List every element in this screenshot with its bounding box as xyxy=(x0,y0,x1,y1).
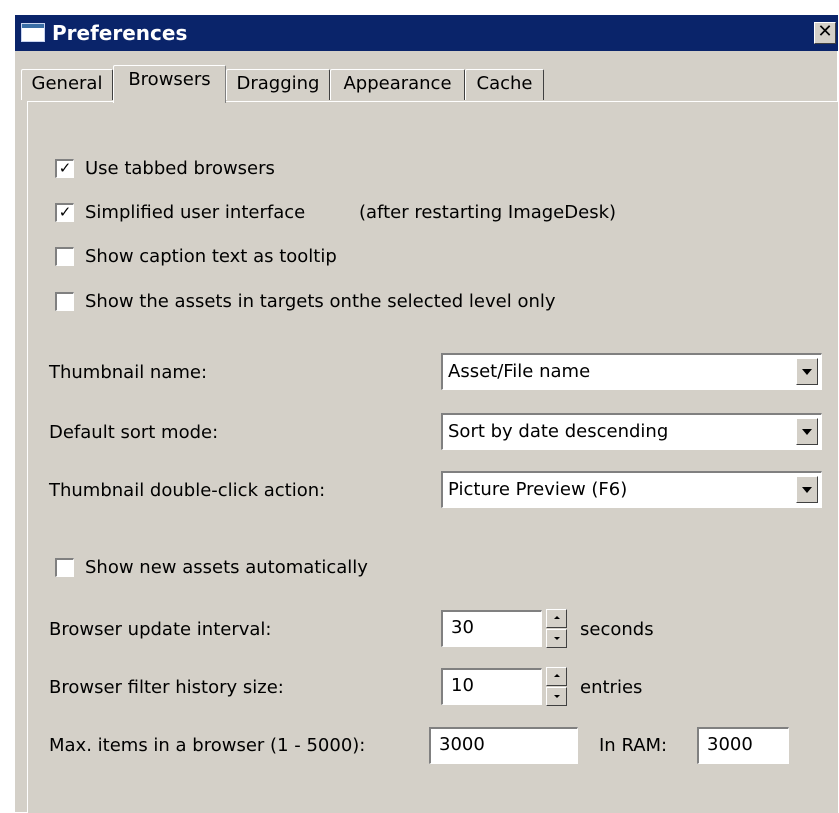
window-title: Preferences xyxy=(52,21,188,45)
tab-dragging[interactable]: Dragging xyxy=(226,69,330,100)
title-bar[interactable]: Preferences ✕ xyxy=(15,15,838,51)
dropdown-arrow-icon[interactable] xyxy=(796,476,818,503)
simplified-ui-label: Simplified user interface xyxy=(85,202,306,223)
browsers-panel: ✓ Use tabbed browsers ✓ Simplified user … xyxy=(27,101,838,813)
double-click-select[interactable]: Picture Preview (F6) xyxy=(441,471,822,508)
max-items-input[interactable]: 3000 xyxy=(429,727,578,764)
spin-up-icon[interactable] xyxy=(546,609,567,628)
tab-general[interactable]: General xyxy=(21,69,113,100)
filter-history-label: Browser filter history size: xyxy=(49,677,284,698)
selected-level-checkbox[interactable] xyxy=(55,292,74,311)
update-interval-input[interactable]: 30 xyxy=(441,610,542,647)
filter-history-value: 10 xyxy=(451,675,474,696)
update-interval-value: 30 xyxy=(451,617,474,638)
selected-level-label: Show the assets in targets onthe selecte… xyxy=(85,291,556,312)
double-click-value: Picture Preview (F6) xyxy=(448,479,628,500)
tab-appearance[interactable]: Appearance xyxy=(330,69,465,100)
in-ram-input[interactable]: 3000 xyxy=(697,727,789,764)
default-sort-value: Sort by date descending xyxy=(448,421,669,442)
spin-up-icon[interactable] xyxy=(546,667,567,686)
max-items-value: 3000 xyxy=(439,734,485,755)
show-new-assets-label: Show new assets automatically xyxy=(85,557,368,578)
spin-down-icon[interactable] xyxy=(546,629,567,648)
caption-tooltip-label: Show caption text as tooltip xyxy=(85,246,337,267)
default-sort-select[interactable]: Sort by date descending xyxy=(441,413,822,450)
filter-history-unit: entries xyxy=(580,677,643,698)
thumbnail-name-value: Asset/File name xyxy=(448,361,591,382)
double-click-label: Thumbnail double-click action: xyxy=(49,480,326,501)
tab-browsers[interactable]: Browsers xyxy=(113,65,226,103)
filter-history-spinner[interactable] xyxy=(546,667,567,706)
update-interval-spinner[interactable] xyxy=(546,609,567,648)
in-ram-label: In RAM: xyxy=(599,735,668,756)
window-icon xyxy=(21,23,45,42)
simplified-ui-checkbox[interactable]: ✓ xyxy=(55,203,74,222)
close-button[interactable]: ✕ xyxy=(814,22,836,44)
spin-down-icon[interactable] xyxy=(546,687,567,706)
use-tabbed-browsers-checkbox[interactable]: ✓ xyxy=(55,159,74,178)
dropdown-arrow-icon[interactable] xyxy=(796,418,818,445)
update-interval-label: Browser update interval: xyxy=(49,619,272,640)
filter-history-input[interactable]: 10 xyxy=(441,668,542,705)
restart-note: (after restarting ImageDesk) xyxy=(359,202,617,223)
use-tabbed-browsers-label: Use tabbed browsers xyxy=(85,158,275,179)
preferences-window: Preferences ✕ General Browsers Dragging … xyxy=(14,14,838,813)
in-ram-value: 3000 xyxy=(707,734,753,755)
max-items-label: Max. items in a browser (1 - 5000): xyxy=(49,735,366,756)
default-sort-label: Default sort mode: xyxy=(49,422,219,443)
show-new-assets-checkbox[interactable] xyxy=(55,558,74,577)
dropdown-arrow-icon[interactable] xyxy=(796,358,818,385)
thumbnail-name-select[interactable]: Asset/File name xyxy=(441,353,822,390)
tab-cache[interactable]: Cache xyxy=(465,69,544,100)
caption-tooltip-checkbox[interactable] xyxy=(55,247,74,266)
update-interval-unit: seconds xyxy=(580,619,654,640)
thumbnail-name-label: Thumbnail name: xyxy=(49,362,208,383)
